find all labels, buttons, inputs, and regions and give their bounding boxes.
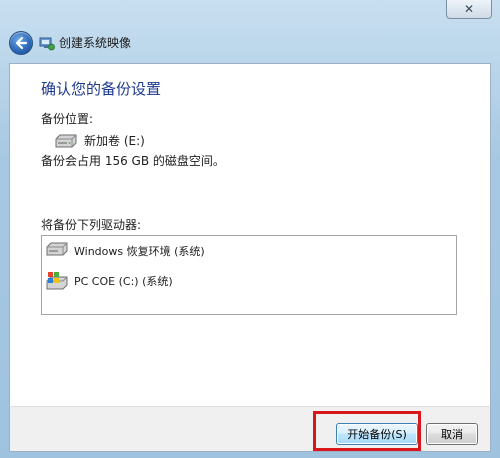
back-button[interactable] [9,31,33,55]
window-title: 创建系统映像 [59,36,132,50]
cancel-button[interactable]: 取消 [426,423,478,445]
close-icon: ✕ [463,2,475,16]
wizard-content: 确认您的备份设置 备份位置: 新加卷 (E:) 备份会占用 156 GB 的磁盘… [9,63,491,407]
drive-icon [54,134,78,151]
window-frame: ✕ 创建系统映像 确认您的备份设置 备份位置: 新加卷 (E:) 备份会占用 1… [0,0,500,458]
arrow-left-icon [15,36,28,50]
drive-icon [46,241,68,261]
drive-label: Windows 恢复环境 (系统) [74,245,205,258]
drives-list[interactable]: Windows 恢复环境 (系统) PC COE (C:) (系统) [41,235,457,315]
drives-list-label: 将备份下列驱动器: [41,218,142,232]
drive-label: PC COE (C:) (系统) [74,275,173,288]
list-item: Windows 恢复环境 (系统) [46,240,205,262]
target-drive-name: 新加卷 (E:) [84,134,145,148]
backup-location-label: 备份位置: [41,112,94,126]
backup-app-icon [39,35,55,51]
highlight-box [313,411,421,451]
space-required-text: 备份会占用 156 GB 的磁盘空间。 [41,154,225,168]
windows-drive-icon [46,271,68,291]
close-button[interactable]: ✕ [446,0,492,19]
page-title: 确认您的备份设置 [41,80,162,98]
list-item: PC COE (C:) (系统) [46,270,173,292]
